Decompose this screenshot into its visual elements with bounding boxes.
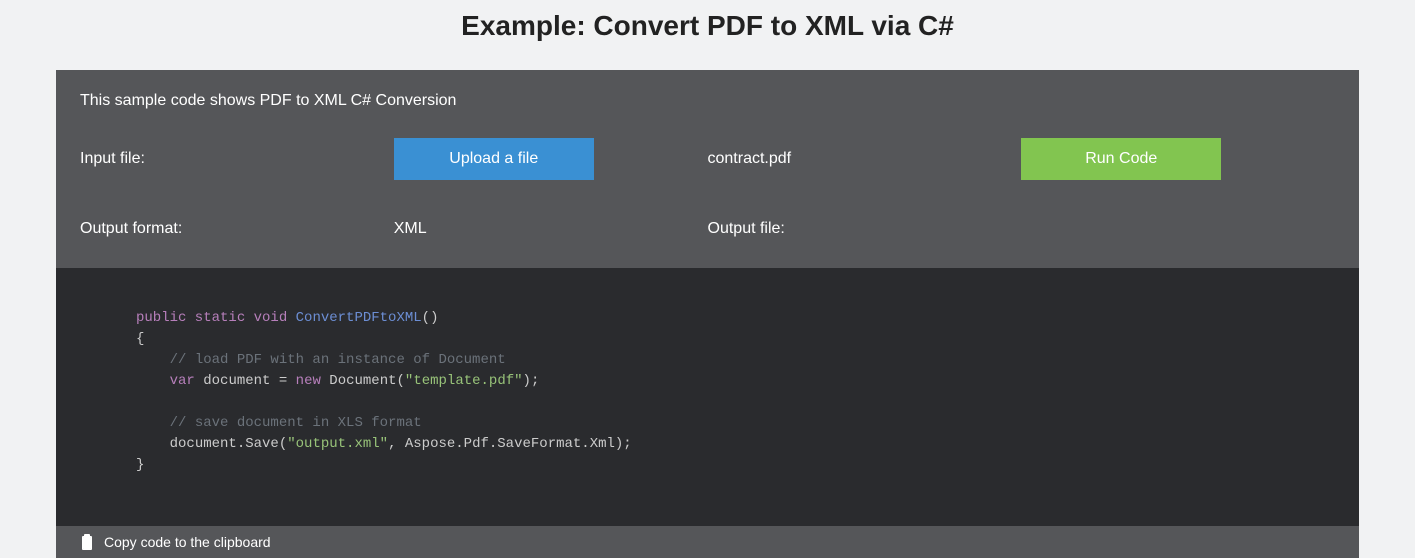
code-snippet: public static void ConvertPDFtoXML() { /…	[136, 308, 1279, 476]
run-code-button[interactable]: Run Code	[1021, 138, 1221, 180]
code-example-container: This sample code shows PDF to XML C# Con…	[56, 70, 1359, 558]
sample-description: This sample code shows PDF to XML C# Con…	[80, 92, 1335, 110]
copy-code-button[interactable]: Copy code to the clipboard	[56, 526, 1359, 558]
upload-file-button[interactable]: Upload a file	[394, 138, 594, 180]
controls-panel: This sample code shows PDF to XML C# Con…	[56, 70, 1359, 268]
input-file-label: Input file:	[80, 150, 394, 168]
input-row: Input file: Upload a file contract.pdf R…	[80, 138, 1335, 180]
clipboard-icon	[80, 534, 94, 550]
output-row: Output format: XML Output file:	[80, 220, 1335, 238]
output-file-label: Output file:	[708, 220, 1022, 238]
output-format-value: XML	[394, 220, 708, 238]
output-format-label: Output format:	[80, 220, 394, 238]
page-title: Example: Convert PDF to XML via C#	[0, 0, 1415, 70]
code-block: public static void ConvertPDFtoXML() { /…	[56, 268, 1359, 526]
input-filename: contract.pdf	[708, 150, 1022, 168]
copy-code-label: Copy code to the clipboard	[104, 534, 271, 550]
